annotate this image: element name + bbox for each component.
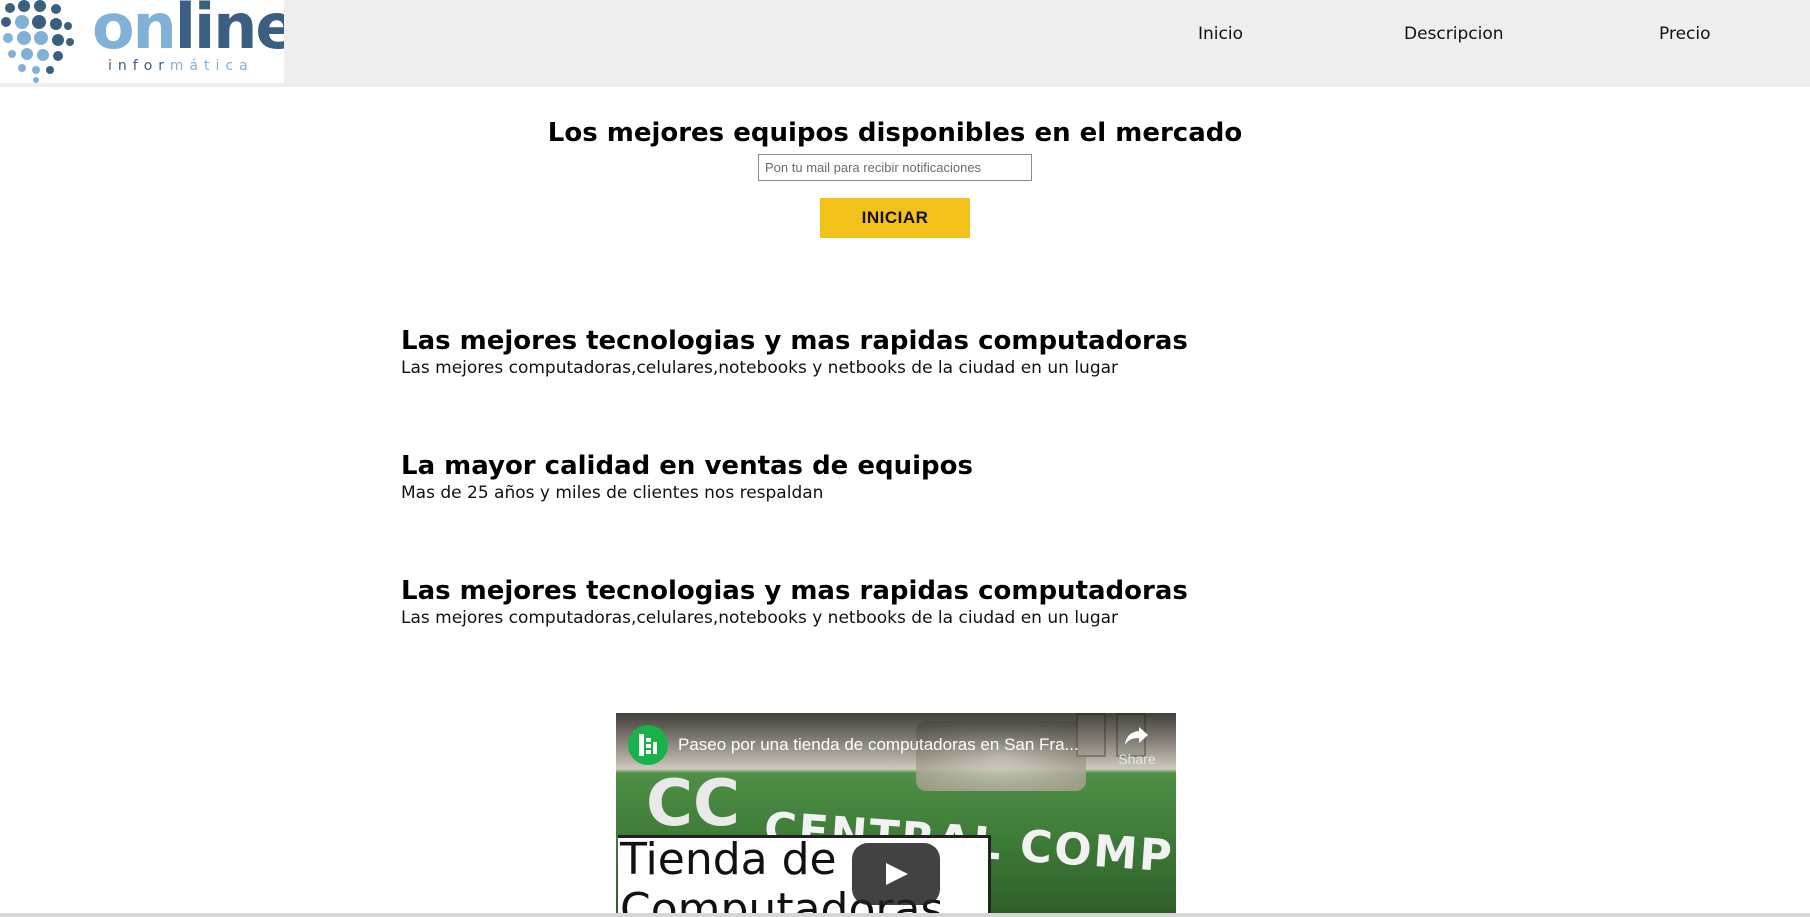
play-button[interactable] (852, 843, 940, 905)
feature-text: Las mejores computadoras,celulares,noteb… (401, 358, 1119, 378)
logo-subtitle: informática (108, 58, 254, 74)
feature-block: Las mejores tecnologias y mas rapidas co… (401, 576, 1188, 629)
share-label: Share (1118, 751, 1156, 767)
nav-link-precio[interactable]: Precio (1659, 24, 1711, 44)
nav-link-descripcion[interactable]: Descripcion (1404, 24, 1504, 44)
share-button[interactable]: Share (1112, 725, 1162, 767)
logo-wordmark: online (92, 0, 284, 63)
start-button[interactable]: INICIAR (820, 198, 970, 238)
logo-dots-icon (1, 0, 74, 83)
hero-title: Los mejores equipos disponibles en el me… (547, 118, 1243, 148)
channel-logo-glyph-icon (639, 734, 657, 756)
video-thumbnail-cc-logo: CC (646, 767, 740, 841)
play-icon (886, 863, 908, 885)
nav-link-inicio[interactable]: Inicio (1198, 24, 1243, 44)
feature-title: Las mejores tecnologias y mas rapidas co… (401, 326, 1188, 356)
site-header: online informática Inicio Descripcion Pr… (0, 0, 1810, 87)
video-title[interactable]: Paseo por una tienda de computadoras en … (678, 735, 1098, 755)
logo-sub-part2: mática (169, 58, 254, 74)
feature-title: La mayor calidad en ventas de equipos (401, 451, 973, 481)
video-embed[interactable]: CC CENTRAL COMPUTERS Paseo por una tiend… (616, 713, 1176, 913)
channel-logo-icon[interactable] (628, 725, 668, 765)
feature-text: Mas de 25 años y miles de clientes nos r… (401, 483, 824, 503)
feature-text: Las mejores computadoras,celulares,noteb… (401, 608, 1119, 628)
logo-sub-part1: infor (108, 58, 170, 74)
email-input[interactable] (758, 154, 1032, 181)
logo-word-part1: on (92, 0, 177, 63)
logo-word-part2: line (174, 0, 284, 63)
feature-title: Las mejores tecnologias y mas rapidas co… (401, 576, 1188, 606)
share-arrow-icon (1125, 727, 1148, 745)
feature-block: Las mejores tecnologias y mas rapidas co… (401, 326, 1188, 379)
horizontal-scrollbar[interactable] (0, 913, 1810, 917)
feature-block: La mayor calidad en ventas de equipos Ma… (401, 451, 973, 504)
site-logo[interactable]: online informática (0, 0, 284, 83)
